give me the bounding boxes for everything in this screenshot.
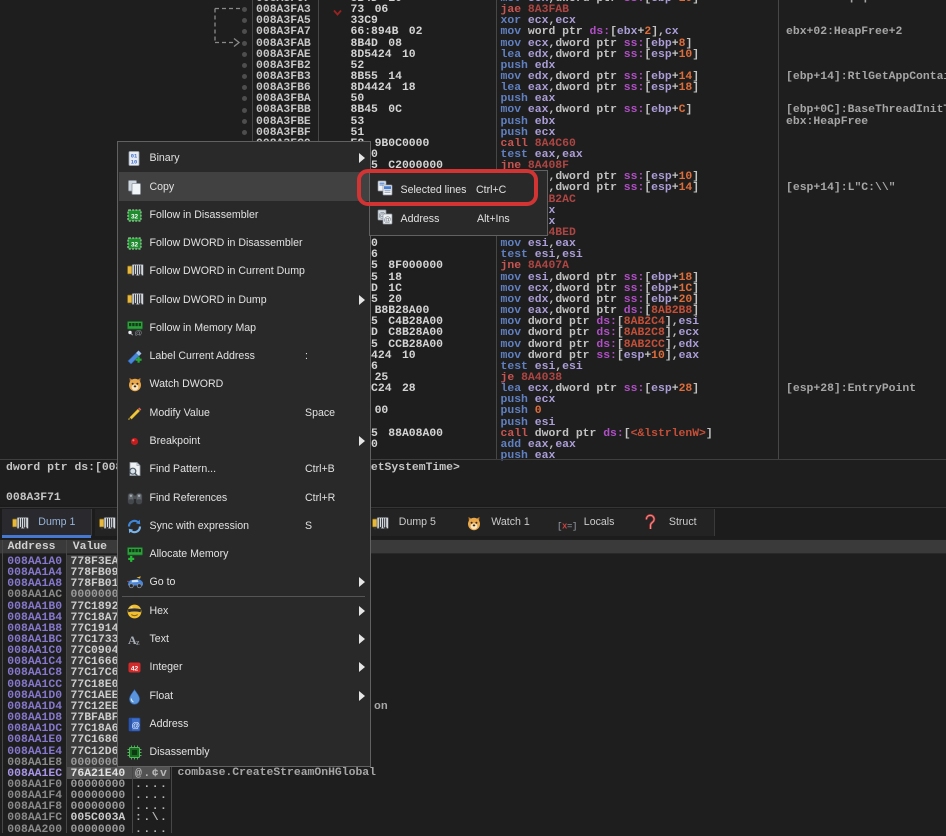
svg-text:42: 42 [131,666,139,673]
svg-text:@: @ [384,215,392,224]
svg-text:32: 32 [131,242,139,249]
svg-text:32: 32 [131,213,139,220]
svg-text:10: 10 [131,160,137,166]
svg-text:@: @ [135,328,143,335]
svg-text:@: @ [131,720,140,730]
svg-text:]: ] [572,521,577,531]
svg-text:z: z [136,638,140,647]
